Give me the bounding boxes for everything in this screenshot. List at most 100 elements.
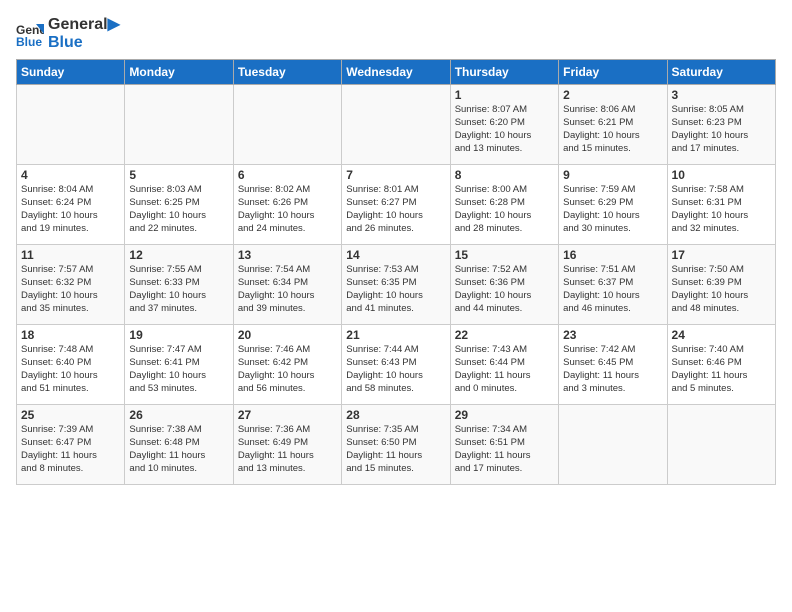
calendar-cell xyxy=(125,85,233,165)
calendar-cell: 24 Sunrise: 7:40 AM Sunset: 6:46 PM Dayli… xyxy=(667,325,775,405)
calendar-cell xyxy=(342,85,450,165)
calendar-cell: 9 Sunrise: 7:59 AM Sunset: 6:29 PM Daylig… xyxy=(559,165,667,245)
col-header-saturday: Saturday xyxy=(667,60,775,85)
calendar-cell: 17 Sunrise: 7:50 AM Sunset: 6:39 PM Dayli… xyxy=(667,245,775,325)
calendar-cell: 20Sunrise: 7:46 AM Sunset: 6:42 PM Dayli… xyxy=(233,325,341,405)
day-info: Sunrise: 7:52 AM Sunset: 6:36 PM Dayligh… xyxy=(455,264,554,315)
calendar-cell: 15 Sunrise: 7:52 AM Sunset: 6:36 PM Dayli… xyxy=(450,245,558,325)
day-number: 15 xyxy=(455,248,554,262)
day-info: Sunrise: 8:05 AM Sunset: 6:23 PM Dayligh… xyxy=(672,104,771,155)
calendar-cell xyxy=(667,405,775,485)
day-info: Sunrise: 7:36 AM Sunset: 6:49 PM Dayligh… xyxy=(238,424,337,475)
day-number: 13 xyxy=(238,248,337,262)
calendar-cell: 29 Sunrise: 7:34 AM Sunset: 6:51 PM Dayli… xyxy=(450,405,558,485)
col-header-tuesday: Tuesday xyxy=(233,60,341,85)
day-info: Sunrise: 7:44 AM Sunset: 6:43 PM Dayligh… xyxy=(346,344,445,395)
day-info: Sunrise: 7:57 AM Sunset: 6:32 PM Dayligh… xyxy=(21,264,120,315)
calendar-cell: 28 Sunrise: 7:35 AM Sunset: 6:50 PM Dayli… xyxy=(342,405,450,485)
day-number: 18 xyxy=(21,328,120,342)
day-number: 22 xyxy=(455,328,554,342)
calendar-week-row: 25 Sunrise: 7:39 AM Sunset: 6:47 PM Dayli… xyxy=(17,405,776,485)
day-number: 16 xyxy=(563,248,662,262)
day-number: 27 xyxy=(238,408,337,422)
calendar-cell: 14Sunrise: 7:53 AM Sunset: 6:35 PM Dayli… xyxy=(342,245,450,325)
calendar-cell: 12 Sunrise: 7:55 AM Sunset: 6:33 PM Dayli… xyxy=(125,245,233,325)
calendar-table: SundayMondayTuesdayWednesdayThursdayFrid… xyxy=(16,59,776,485)
day-info: Sunrise: 7:54 AM Sunset: 6:34 PM Dayligh… xyxy=(238,264,337,315)
day-number: 2 xyxy=(563,88,662,102)
day-number: 17 xyxy=(672,248,771,262)
calendar-cell: 22 Sunrise: 7:43 AM Sunset: 6:44 PM Dayli… xyxy=(450,325,558,405)
day-info: Sunrise: 7:35 AM Sunset: 6:50 PM Dayligh… xyxy=(346,424,445,475)
day-info: Sunrise: 8:04 AM Sunset: 6:24 PM Dayligh… xyxy=(21,184,120,235)
calendar-week-row: 11 Sunrise: 7:57 AM Sunset: 6:32 PM Dayli… xyxy=(17,245,776,325)
day-info: Sunrise: 7:43 AM Sunset: 6:44 PM Dayligh… xyxy=(455,344,554,395)
calendar-cell xyxy=(233,85,341,165)
calendar-cell: 6 Sunrise: 8:02 AM Sunset: 6:26 PM Daylig… xyxy=(233,165,341,245)
calendar-cell: 26 Sunrise: 7:38 AM Sunset: 6:48 PM Dayli… xyxy=(125,405,233,485)
day-number: 29 xyxy=(455,408,554,422)
day-number: 11 xyxy=(21,248,120,262)
day-number: 26 xyxy=(129,408,228,422)
calendar-cell: 1 Sunrise: 8:07 AM Sunset: 6:20 PM Daylig… xyxy=(450,85,558,165)
day-number: 10 xyxy=(672,168,771,182)
calendar-cell xyxy=(17,85,125,165)
day-info: Sunrise: 7:59 AM Sunset: 6:29 PM Dayligh… xyxy=(563,184,662,235)
day-number: 20 xyxy=(238,328,337,342)
calendar-cell xyxy=(559,405,667,485)
day-info: Sunrise: 7:47 AM Sunset: 6:41 PM Dayligh… xyxy=(129,344,228,395)
day-info: Sunrise: 7:40 AM Sunset: 6:46 PM Dayligh… xyxy=(672,344,771,395)
day-number: 3 xyxy=(672,88,771,102)
day-number: 7 xyxy=(346,168,445,182)
day-info: Sunrise: 8:01 AM Sunset: 6:27 PM Dayligh… xyxy=(346,184,445,235)
day-number: 4 xyxy=(21,168,120,182)
svg-text:Blue: Blue xyxy=(16,35,42,48)
calendar-week-row: 18 Sunrise: 7:48 AM Sunset: 6:40 PM Dayli… xyxy=(17,325,776,405)
col-header-sunday: Sunday xyxy=(17,60,125,85)
calendar-cell: 10 Sunrise: 7:58 AM Sunset: 6:31 PM Dayli… xyxy=(667,165,775,245)
day-number: 28 xyxy=(346,408,445,422)
day-number: 24 xyxy=(672,328,771,342)
day-info: Sunrise: 7:48 AM Sunset: 6:40 PM Dayligh… xyxy=(21,344,120,395)
calendar-cell: 7 Sunrise: 8:01 AM Sunset: 6:27 PM Daylig… xyxy=(342,165,450,245)
calendar-cell: 8Sunrise: 8:00 AM Sunset: 6:28 PM Daylig… xyxy=(450,165,558,245)
calendar-cell: 23 Sunrise: 7:42 AM Sunset: 6:45 PM Dayli… xyxy=(559,325,667,405)
calendar-header-row: SundayMondayTuesdayWednesdayThursdayFrid… xyxy=(17,60,776,85)
day-info: Sunrise: 7:34 AM Sunset: 6:51 PM Dayligh… xyxy=(455,424,554,475)
calendar-cell: 4 Sunrise: 8:04 AM Sunset: 6:24 PM Daylig… xyxy=(17,165,125,245)
calendar-cell: 13 Sunrise: 7:54 AM Sunset: 6:34 PM Dayli… xyxy=(233,245,341,325)
calendar-cell: 25 Sunrise: 7:39 AM Sunset: 6:47 PM Dayli… xyxy=(17,405,125,485)
day-info: Sunrise: 7:39 AM Sunset: 6:47 PM Dayligh… xyxy=(21,424,120,475)
day-number: 12 xyxy=(129,248,228,262)
calendar-week-row: 1 Sunrise: 8:07 AM Sunset: 6:20 PM Daylig… xyxy=(17,85,776,165)
calendar-cell: 19Sunrise: 7:47 AM Sunset: 6:41 PM Dayli… xyxy=(125,325,233,405)
calendar-cell: 2 Sunrise: 8:06 AM Sunset: 6:21 PM Daylig… xyxy=(559,85,667,165)
day-info: Sunrise: 7:38 AM Sunset: 6:48 PM Dayligh… xyxy=(129,424,228,475)
day-number: 23 xyxy=(563,328,662,342)
calendar-cell: 27 Sunrise: 7:36 AM Sunset: 6:49 PM Dayli… xyxy=(233,405,341,485)
day-info: Sunrise: 7:50 AM Sunset: 6:39 PM Dayligh… xyxy=(672,264,771,315)
logo: General Blue General▶ Blue xyxy=(16,16,120,51)
day-info: Sunrise: 7:55 AM Sunset: 6:33 PM Dayligh… xyxy=(129,264,228,315)
col-header-thursday: Thursday xyxy=(450,60,558,85)
col-header-wednesday: Wednesday xyxy=(342,60,450,85)
logo-icon: General Blue xyxy=(16,20,44,48)
day-info: Sunrise: 7:42 AM Sunset: 6:45 PM Dayligh… xyxy=(563,344,662,395)
day-info: Sunrise: 8:07 AM Sunset: 6:20 PM Dayligh… xyxy=(455,104,554,155)
day-info: Sunrise: 8:03 AM Sunset: 6:25 PM Dayligh… xyxy=(129,184,228,235)
day-number: 25 xyxy=(21,408,120,422)
page-header: General Blue General▶ Blue xyxy=(16,16,776,51)
day-number: 9 xyxy=(563,168,662,182)
day-number: 5 xyxy=(129,168,228,182)
day-number: 6 xyxy=(238,168,337,182)
day-info: Sunrise: 8:06 AM Sunset: 6:21 PM Dayligh… xyxy=(563,104,662,155)
day-number: 1 xyxy=(455,88,554,102)
calendar-cell: 3 Sunrise: 8:05 AM Sunset: 6:23 PM Daylig… xyxy=(667,85,775,165)
calendar-cell: 11 Sunrise: 7:57 AM Sunset: 6:32 PM Dayli… xyxy=(17,245,125,325)
day-info: Sunrise: 8:02 AM Sunset: 6:26 PM Dayligh… xyxy=(238,184,337,235)
day-info: Sunrise: 8:00 AM Sunset: 6:28 PM Dayligh… xyxy=(455,184,554,235)
day-number: 14 xyxy=(346,248,445,262)
calendar-cell: 18 Sunrise: 7:48 AM Sunset: 6:40 PM Dayli… xyxy=(17,325,125,405)
calendar-cell: 21Sunrise: 7:44 AM Sunset: 6:43 PM Dayli… xyxy=(342,325,450,405)
day-info: Sunrise: 7:58 AM Sunset: 6:31 PM Dayligh… xyxy=(672,184,771,235)
